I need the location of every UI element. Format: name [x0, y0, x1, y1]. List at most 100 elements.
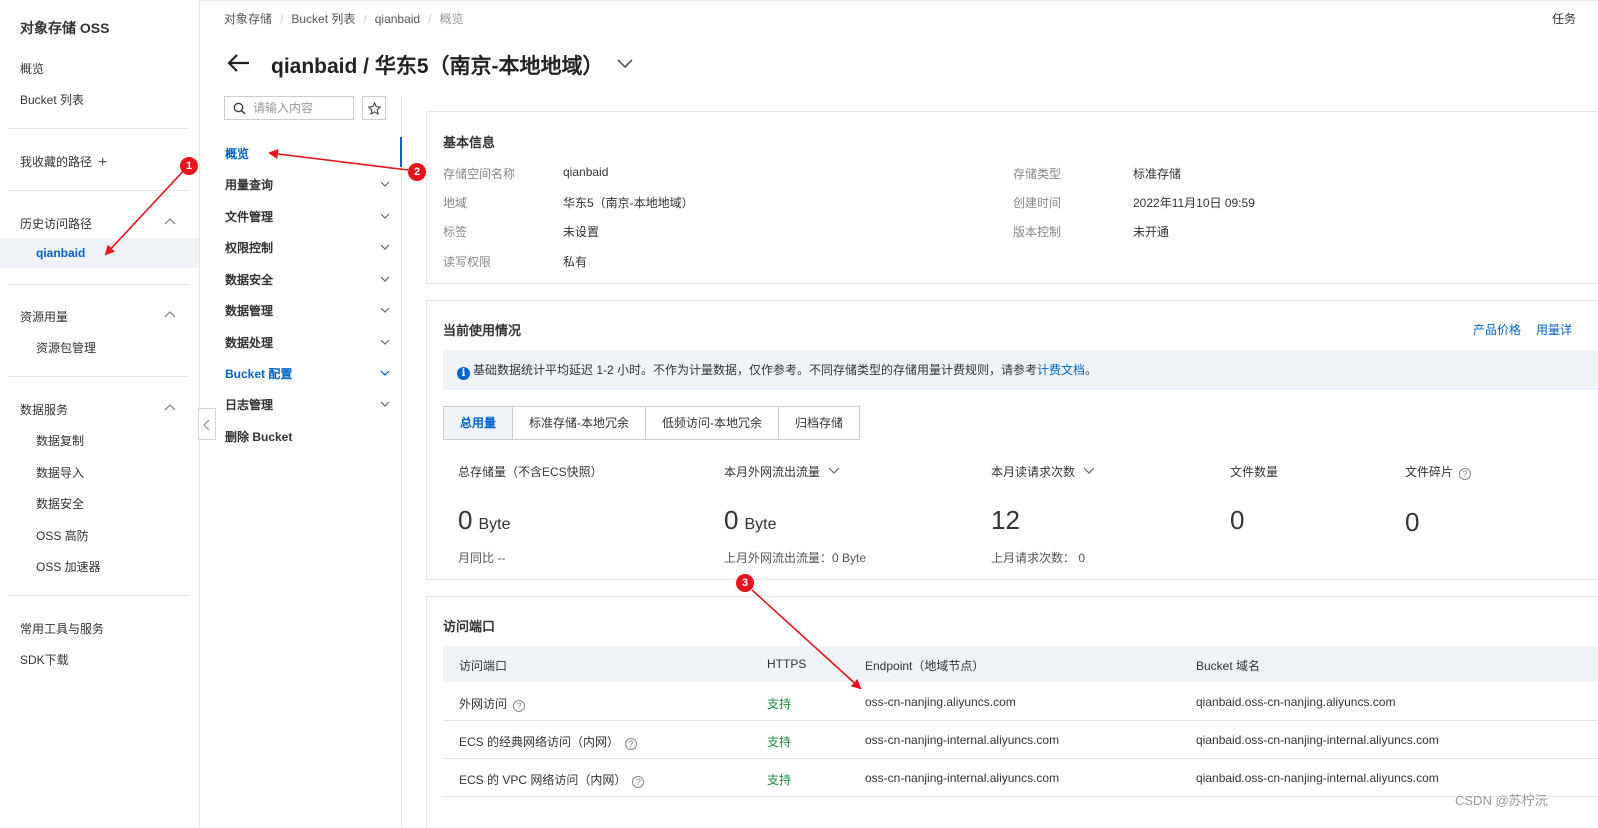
annotation-badge-1: 1	[180, 157, 198, 175]
chevron-down-icon[interactable]	[828, 467, 840, 475]
breadcrumb-item[interactable]: qianbaid	[375, 12, 420, 26]
nav-history[interactable]: 历史访问路径	[20, 215, 92, 232]
metric-number: 0	[724, 505, 739, 535]
nav-sdk[interactable]: SDK下载	[20, 651, 69, 668]
nav-resource-pkg[interactable]: 资源包管理	[36, 339, 96, 356]
metric-value: 12	[991, 505, 1020, 536]
usage-tabs: 总用量 标准存储-本地冗余 低频访问-本地冗余 归档存储	[443, 406, 861, 440]
column-header: HTTPS	[767, 657, 807, 671]
notice-end: 。	[1085, 363, 1098, 377]
access-title: 访问端口	[443, 619, 496, 634]
page-title: qianbaid / 华东5（南京-本地地域）	[271, 55, 604, 78]
nav-divider	[8, 284, 188, 285]
collapse-nav-button[interactable]	[198, 408, 216, 440]
tab-standard-storage[interactable]: 标准存储-本地冗余	[513, 407, 647, 439]
nav-favorites-label: 我收藏的路径	[20, 155, 93, 169]
search-input[interactable]	[253, 99, 351, 117]
nav-resources[interactable]: 资源用量	[20, 308, 68, 325]
chevron-down-icon[interactable]	[380, 180, 390, 188]
back-arrow-icon[interactable]	[226, 50, 252, 76]
port-cell: 外网访问?	[459, 695, 526, 712]
nav-oss-ddos[interactable]: OSS 高防	[36, 527, 89, 544]
subnav-data-processing[interactable]: 数据处理	[225, 334, 393, 351]
nav-data-replication[interactable]: 数据复制	[36, 432, 84, 449]
help-icon[interactable]: ?	[632, 776, 645, 788]
star-icon	[368, 102, 381, 115]
chevron-down-icon[interactable]	[616, 56, 634, 70]
nav-favorites[interactable]: 我收藏的路径 +	[20, 153, 107, 171]
metric-value: 0 Byte	[458, 505, 510, 536]
chevron-down-icon[interactable]	[380, 306, 390, 314]
table-row: ECS 的经典网络访问（内网）? 支持 oss-cn-nanjing-inter…	[443, 721, 1598, 759]
subnav-file-management[interactable]: 文件管理	[225, 208, 393, 225]
breadcrumb-current: 概览	[439, 12, 464, 26]
search-icon	[233, 102, 246, 115]
chevron-down-icon[interactable]	[380, 400, 390, 408]
nav-tools[interactable]: 常用工具与服务	[20, 620, 104, 637]
https-cell: 支持	[767, 697, 792, 711]
tab-archive-storage[interactable]: 归档存储	[779, 407, 860, 439]
chevron-up-icon[interactable]	[164, 309, 176, 321]
subnav-bucket-config[interactable]: Bucket 配置	[225, 365, 393, 382]
tab-ia-storage[interactable]: 低频访问-本地冗余	[646, 407, 780, 439]
chevron-down-icon[interactable]	[380, 338, 390, 346]
breadcrumb: 对象存储 / Bucket 列表 / qianbaid / 概览	[224, 10, 464, 27]
nav-history-item-qianbaid[interactable]: qianbaid	[0, 238, 199, 268]
nav-overview[interactable]: 概览	[20, 60, 44, 77]
usage-detail-link[interactable]: 用量详	[1536, 321, 1572, 338]
basic-label: 创建时间	[1013, 196, 1062, 210]
metric-label: 文件碎片?	[1405, 463, 1472, 480]
metric-value: 0	[1230, 505, 1245, 535]
chevron-down-icon[interactable]	[380, 243, 390, 251]
nav-data-services[interactable]: 数据服务	[20, 401, 68, 418]
tasks-link[interactable]: 任务	[1552, 10, 1576, 27]
nav-divider	[8, 190, 188, 191]
breadcrumb-item[interactable]: Bucket 列表	[291, 10, 355, 27]
chevron-down-icon[interactable]	[380, 275, 390, 283]
basic-label: 版本控制	[1013, 225, 1062, 239]
help-icon[interactable]: ?	[625, 738, 638, 750]
usage-title: 当前使用情况	[443, 323, 522, 338]
favorite-button[interactable]	[362, 96, 386, 120]
breadcrumb-item[interactable]: 对象存储	[224, 10, 272, 27]
subnav-search[interactable]	[224, 96, 354, 120]
nav-bucket-list[interactable]: Bucket 列表	[20, 91, 84, 108]
metric-label: 文件数量	[1230, 465, 1279, 479]
help-icon[interactable]: ?	[513, 700, 526, 712]
plus-icon[interactable]: +	[98, 155, 107, 171]
subnav-data-management[interactable]: 数据管理	[225, 302, 393, 319]
port-cell: ECS 的经典网络访问（内网）?	[459, 733, 638, 750]
subnav-data-security[interactable]: 数据安全	[225, 271, 393, 288]
column-header: Endpoint（地域节点）	[865, 659, 985, 673]
metric-label[interactable]: 本月外网流出流量	[724, 463, 840, 480]
metric-label[interactable]: 本月读请求次数	[991, 463, 1095, 480]
price-link[interactable]: 产品价格	[1473, 321, 1521, 338]
subnav-delete-bucket[interactable]: 删除 Bucket	[225, 428, 393, 445]
subnav-overview[interactable]: 概览	[225, 145, 393, 162]
subnav-permission-control[interactable]: 权限控制	[225, 239, 393, 256]
metric-value: 0 Byte	[724, 505, 776, 536]
https-cell: 支持	[767, 735, 792, 749]
metric-value: 0	[1405, 507, 1420, 537]
chevron-down-icon[interactable]	[1083, 467, 1095, 475]
tab-total-usage[interactable]: 总用量	[444, 407, 514, 439]
column-header: Bucket 域名	[1196, 659, 1261, 673]
chevron-up-icon[interactable]	[164, 216, 176, 228]
port-cell: ECS 的 VPC 网络访问（内网）?	[459, 771, 645, 788]
basic-value: 标准存储	[1133, 167, 1182, 181]
help-icon[interactable]: ?	[1459, 468, 1472, 480]
metric-label: 总存储量（不含ECS快照）	[458, 465, 603, 479]
billing-doc-link[interactable]: 计费文档	[1037, 363, 1085, 377]
nav-oss-accelerator[interactable]: OSS 加速器	[36, 558, 101, 575]
subnav-log-management[interactable]: 日志管理	[225, 396, 393, 413]
subnav-usage-query[interactable]: 用量查询	[225, 176, 393, 193]
column-header: 访问端口	[459, 659, 508, 673]
chevron-down-icon[interactable]	[380, 369, 390, 377]
chevron-up-icon[interactable]	[164, 402, 176, 414]
basic-value: 华东5（南京-本地地域）	[563, 196, 694, 210]
metric-label-text: 本月读请求次数	[991, 465, 1076, 479]
metric-sub: 上月请求次数： 0	[991, 551, 1086, 565]
nav-data-security[interactable]: 数据安全	[36, 495, 84, 512]
chevron-down-icon[interactable]	[380, 212, 390, 220]
nav-data-import[interactable]: 数据导入	[36, 464, 84, 481]
